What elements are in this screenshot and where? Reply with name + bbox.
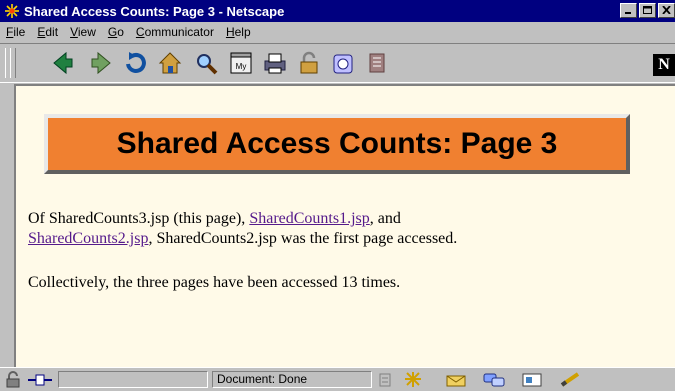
composer-component-icon[interactable] bbox=[520, 371, 544, 388]
toolbar-grip-secondary[interactable] bbox=[10, 48, 16, 78]
menu-help[interactable]: Help bbox=[220, 25, 257, 39]
paragraph-text-start: Of SharedCounts3.jsp (this page), bbox=[28, 210, 250, 227]
menu-view[interactable]: View bbox=[64, 25, 102, 39]
title-bar[interactable]: Shared Access Counts: Page 3 - Netscape bbox=[0, 0, 675, 22]
back-icon[interactable] bbox=[50, 50, 76, 76]
search-icon[interactable] bbox=[193, 50, 219, 76]
print-icon[interactable] bbox=[262, 50, 288, 76]
close-button[interactable] bbox=[658, 3, 675, 18]
menu-edit[interactable]: Edit bbox=[31, 25, 64, 39]
menu-go[interactable]: Go bbox=[102, 25, 130, 39]
edit-pencil-icon[interactable] bbox=[558, 371, 584, 388]
page-heading-box: Shared Access Counts: Page 3 bbox=[44, 114, 630, 174]
status-bar: Document: Done bbox=[0, 367, 675, 391]
browser-window: Shared Access Counts: Page 3 - Netscape … bbox=[0, 0, 675, 391]
my-netscape-icon[interactable]: My bbox=[228, 50, 254, 76]
link-sharedcounts2[interactable]: SharedCounts2.jsp bbox=[28, 230, 148, 247]
reload-icon[interactable] bbox=[123, 50, 149, 76]
minimize-icon bbox=[625, 12, 631, 14]
shop-icon[interactable] bbox=[330, 50, 356, 76]
window-title: Shared Access Counts: Page 3 - Netscape bbox=[24, 3, 285, 19]
paragraph-text-end: , SharedCounts2.jsp was the first page a… bbox=[148, 230, 458, 247]
navigator-component-icon[interactable] bbox=[402, 371, 424, 388]
page-content: Shared Access Counts: Page 3 Of SharedCo… bbox=[14, 84, 675, 367]
connection-status-icon bbox=[28, 374, 52, 386]
security-icon[interactable] bbox=[296, 50, 322, 76]
menu-file[interactable]: File bbox=[0, 25, 31, 39]
discussion-component-icon[interactable] bbox=[482, 371, 506, 388]
paragraph-shared-counts: Of SharedCounts3.jsp (this page), Shared… bbox=[28, 209, 668, 249]
stop-icon[interactable] bbox=[364, 50, 390, 76]
menu-bar: File Edit View Go Communicator Help bbox=[0, 22, 675, 42]
paragraph-access-total: Collectively, the three pages have been … bbox=[28, 274, 401, 291]
mailbox-component-icon[interactable] bbox=[444, 371, 468, 388]
maximize-button[interactable] bbox=[639, 3, 656, 18]
status-divider-icon bbox=[379, 373, 391, 387]
security-lock-icon[interactable] bbox=[4, 371, 22, 388]
link-sharedcounts1[interactable]: SharedCounts1.jsp bbox=[249, 210, 369, 227]
page-heading: Shared Access Counts: Page 3 bbox=[116, 127, 558, 160]
minimize-button[interactable] bbox=[620, 3, 637, 18]
close-icon bbox=[662, 6, 671, 14]
home-icon[interactable] bbox=[157, 50, 183, 76]
maximize-icon bbox=[643, 6, 652, 14]
menu-communicator[interactable]: Communicator bbox=[130, 25, 220, 39]
netscape-app-icon bbox=[4, 3, 20, 19]
forward-icon[interactable] bbox=[88, 50, 114, 76]
svg-text:My: My bbox=[236, 62, 247, 71]
paragraph-text-mid: , and bbox=[369, 210, 401, 227]
progress-field bbox=[58, 371, 208, 388]
status-text: Document: Done bbox=[212, 371, 372, 388]
navigation-toolbar: My N bbox=[0, 43, 675, 83]
netscape-logo: N bbox=[653, 54, 675, 76]
